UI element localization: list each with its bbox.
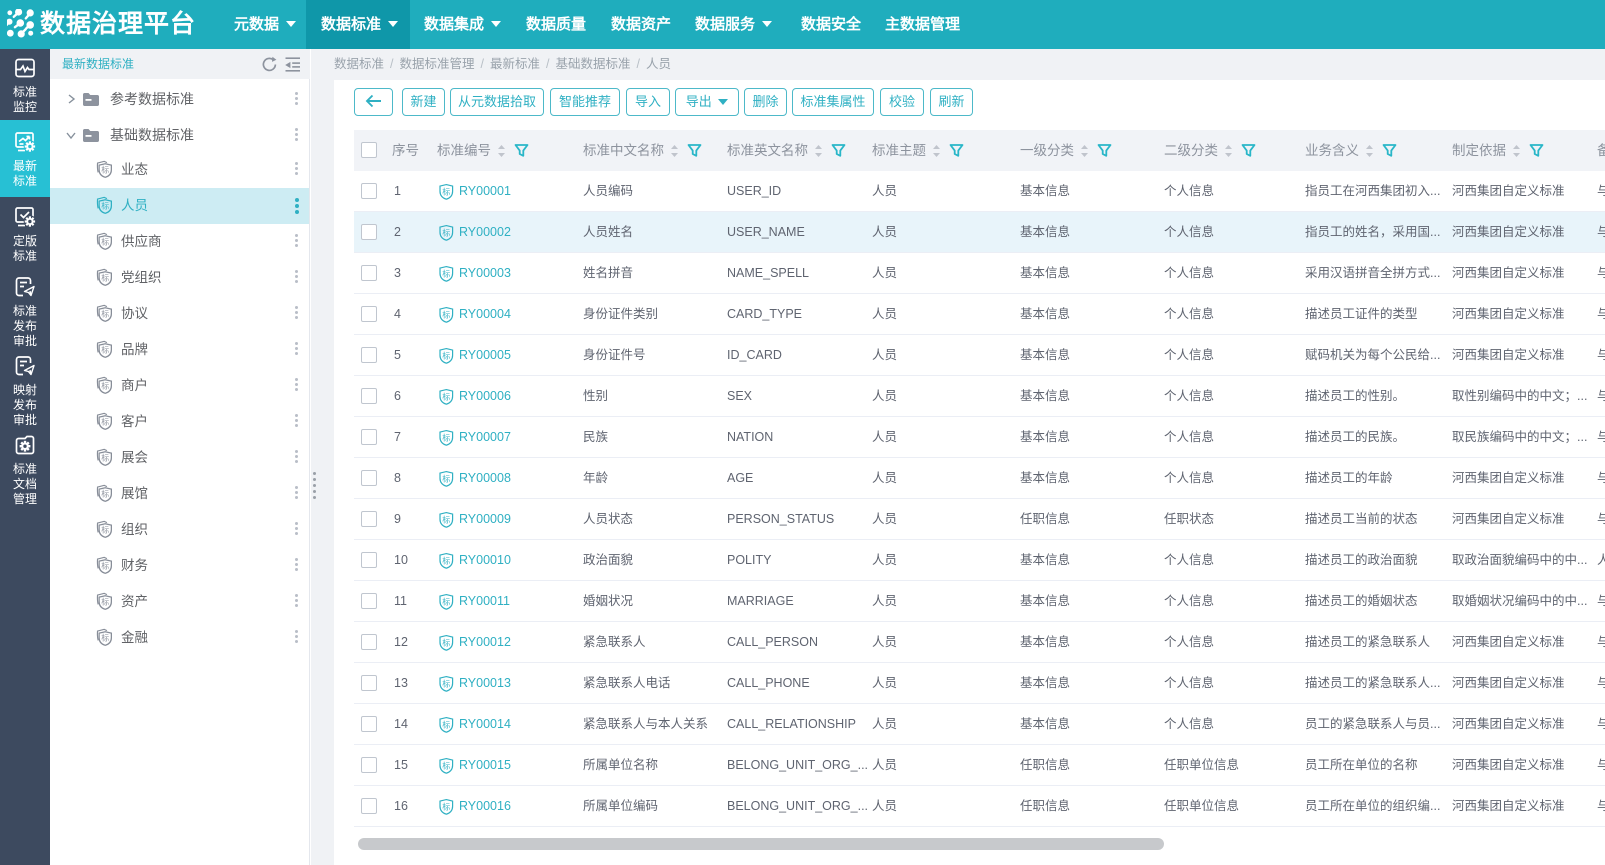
svg-text:标: 标 (442, 268, 450, 278)
svg-text:标: 标 (101, 381, 109, 391)
svg-text:标: 标 (442, 391, 450, 401)
svg-text:标: 标 (442, 801, 450, 811)
svg-text:标: 标 (442, 227, 450, 237)
svg-text:标: 标 (442, 760, 450, 770)
svg-text:标: 标 (442, 719, 450, 729)
svg-text:标: 标 (101, 273, 109, 283)
svg-text:标: 标 (442, 555, 450, 565)
svg-text:标: 标 (442, 637, 450, 647)
svg-text:标: 标 (442, 514, 450, 524)
svg-text:标: 标 (101, 345, 109, 355)
svg-text:标: 标 (101, 453, 109, 463)
svg-text:标: 标 (442, 473, 450, 483)
svg-text:标: 标 (442, 186, 450, 196)
svg-text:标: 标 (442, 432, 450, 442)
svg-text:标: 标 (101, 561, 109, 571)
svg-text:标: 标 (101, 525, 109, 535)
svg-text:标: 标 (101, 597, 109, 607)
svg-text:标: 标 (442, 350, 450, 360)
svg-text:标: 标 (101, 237, 109, 247)
svg-text:标: 标 (101, 633, 109, 643)
svg-text:标: 标 (101, 201, 109, 211)
svg-text:标: 标 (442, 309, 450, 319)
svg-text:标: 标 (442, 678, 450, 688)
svg-text:标: 标 (101, 309, 109, 319)
svg-text:标: 标 (442, 596, 450, 606)
svg-text:标: 标 (101, 489, 109, 499)
svg-text:标: 标 (101, 165, 109, 175)
svg-text:标: 标 (101, 417, 109, 427)
